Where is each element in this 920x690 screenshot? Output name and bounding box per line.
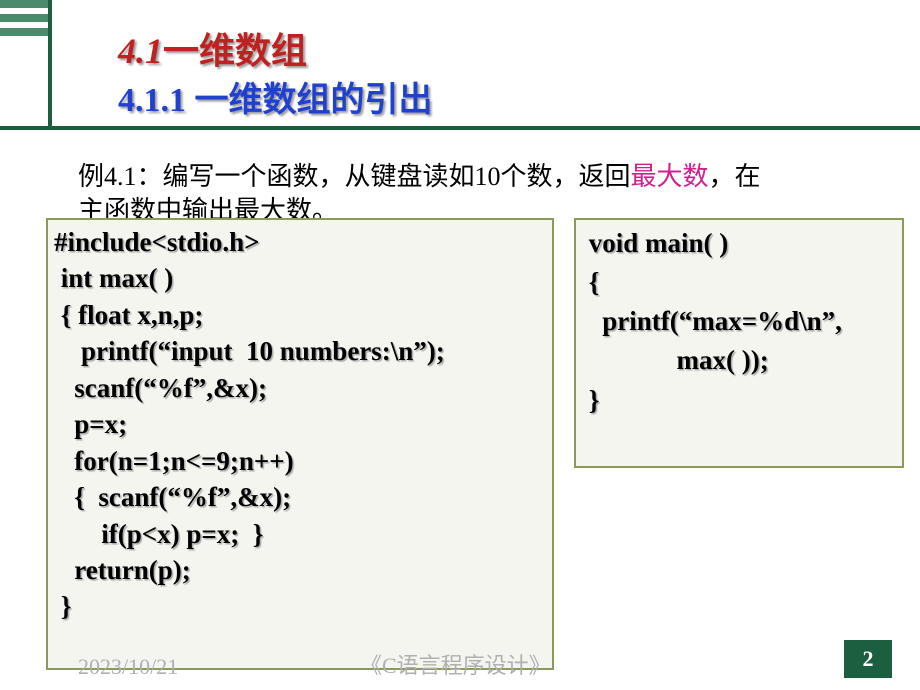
code-line: max( )); bbox=[582, 341, 896, 380]
code-block-left: #include<stdio.h> int max( ) { float x,n… bbox=[46, 218, 554, 670]
section-heading: 4.1一维数组 bbox=[118, 22, 307, 74]
code-line: void main( ) bbox=[582, 224, 896, 263]
code-line: } bbox=[54, 588, 546, 624]
footer-title: 《C语言程序设计》 bbox=[360, 648, 551, 680]
decor-vertical bbox=[48, 0, 52, 130]
code-line: scanf(“%f”,&x); bbox=[54, 370, 546, 406]
code-line: if(p<x) p=x; } bbox=[54, 516, 546, 552]
section-title: 一维数组 bbox=[163, 31, 307, 71]
code-line: printf(“max=%d\n”, bbox=[582, 302, 896, 341]
decor-bar bbox=[0, 0, 48, 8]
slide-decoration bbox=[0, 0, 52, 130]
decor-bar bbox=[0, 14, 48, 22]
code-line: { scanf(“%f”,&x); bbox=[54, 479, 546, 515]
subsection-heading: 4.1.1 一维数组的引出 bbox=[118, 72, 433, 121]
example-highlight: 最大数 bbox=[631, 162, 709, 191]
code-line: int max( ) bbox=[54, 260, 546, 296]
code-line: printf(“input 10 numbers:\n”); bbox=[54, 333, 546, 369]
code-line: { float x,n,p; bbox=[54, 297, 546, 333]
section-number: 4.1 bbox=[118, 31, 163, 71]
decor-bar bbox=[0, 28, 48, 36]
example-prefix: 例4.1：编写一个函数，从键盘读如10个数，返回 bbox=[78, 162, 631, 191]
page-number: 2 bbox=[844, 640, 892, 678]
example-suffix: ，在 bbox=[709, 162, 761, 191]
code-line: } bbox=[582, 381, 896, 420]
code-line: for(n=1;n<=9;n++) bbox=[54, 443, 546, 479]
code-line: #include<stdio.h> bbox=[54, 224, 546, 260]
code-block-right: void main( ) { printf(“max=%d\n”, max( )… bbox=[574, 218, 904, 468]
code-line: { bbox=[582, 263, 896, 302]
footer-date: 2023/10/21 bbox=[78, 654, 178, 680]
decor-horizontal bbox=[0, 126, 920, 130]
code-line: return(p); bbox=[54, 552, 546, 588]
code-line: p=x; bbox=[54, 406, 546, 442]
